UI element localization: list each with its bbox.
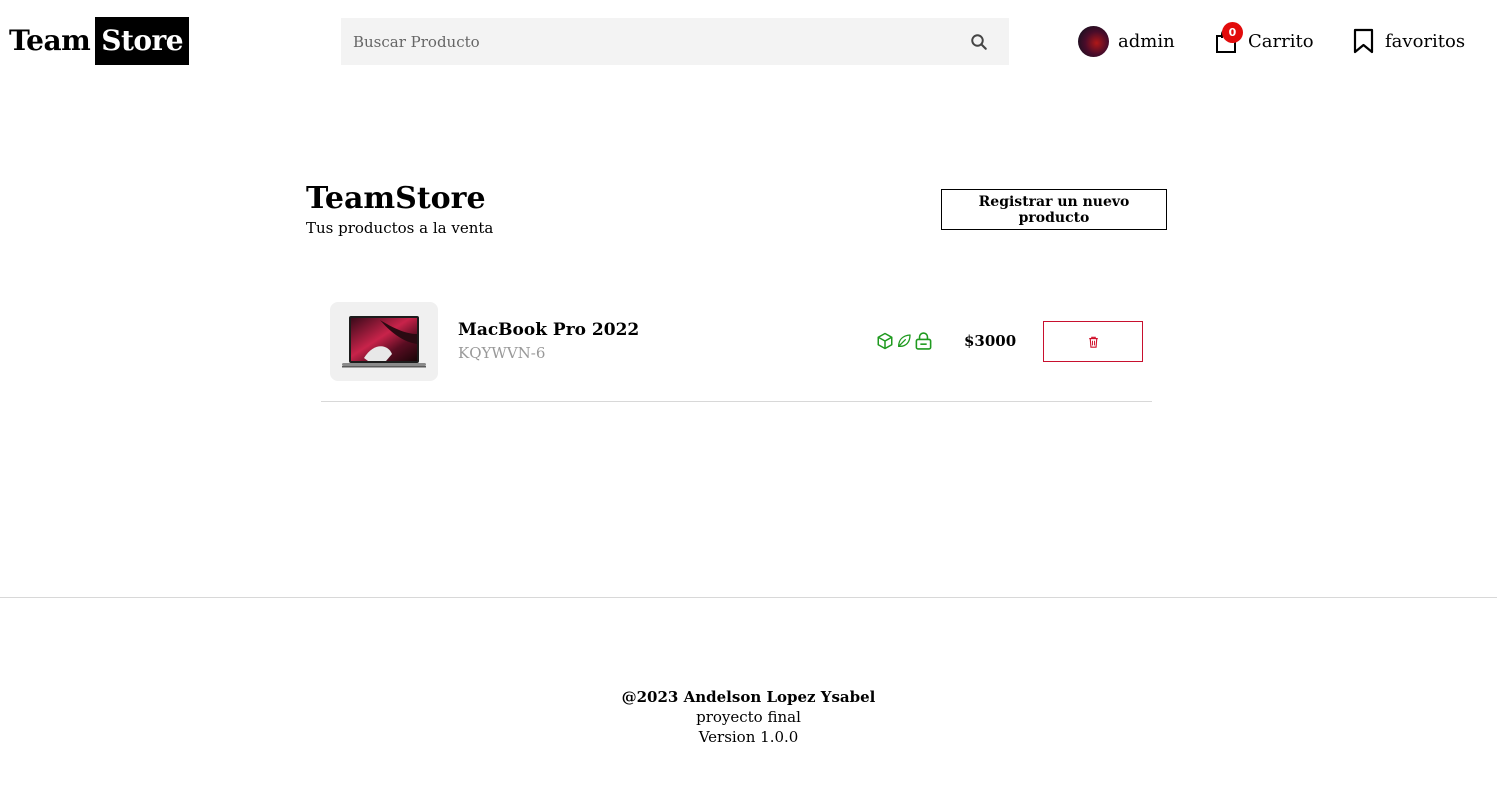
footer: @2023 Andelson Lopez Ysabel proyecto fin…	[0, 597, 1497, 794]
search-input[interactable]	[341, 18, 949, 65]
logo[interactable]: Team Store	[9, 17, 190, 65]
leaf-icon	[898, 334, 911, 347]
product-badges	[876, 332, 933, 350]
product-code: KQYWVN-6	[458, 344, 546, 362]
bookmark-icon	[1353, 28, 1374, 54]
cart-link[interactable]: 0 Carrito	[1215, 22, 1314, 57]
logo-team-text: Team	[9, 24, 91, 57]
box-icon	[877, 332, 893, 350]
delete-product-button[interactable]	[1043, 321, 1143, 362]
product-name[interactable]: MacBook Pro 2022	[458, 320, 639, 340]
page-title: TeamStore	[306, 181, 486, 216]
trash-icon	[1088, 336, 1098, 348]
search-bar	[341, 18, 1009, 65]
search-button[interactable]	[949, 18, 1009, 65]
lock-icon	[915, 332, 932, 350]
avatar	[1078, 25, 1109, 57]
cart-icon-wrapper: 0	[1215, 22, 1243, 53]
footer-copyright: @2023 Andelson Lopez Ysabel	[621, 688, 876, 706]
cart-count-badge: 0	[1222, 22, 1243, 43]
laptop-image	[342, 315, 426, 367]
user-menu[interactable]: admin	[1078, 25, 1175, 57]
footer-version: Version 1.0.0	[698, 728, 799, 746]
page-subtitle: Tus productos a la venta	[306, 219, 494, 237]
search-icon	[971, 33, 987, 50]
product-price: $3000	[964, 332, 1017, 350]
user-name: admin	[1118, 30, 1175, 52]
cart-label: Carrito	[1248, 30, 1314, 52]
favorites-link[interactable]: favoritos	[1353, 25, 1465, 57]
product-row: MacBook Pro 2022 KQYWVN-6 $3000	[321, 291, 1152, 402]
product-thumbnail[interactable]	[330, 302, 438, 381]
footer-project: proyecto final	[696, 708, 801, 726]
favorites-label: favoritos	[1385, 30, 1466, 52]
logo-store-text: Store	[95, 17, 190, 65]
register-product-button[interactable]: Registrar un nuevo producto	[941, 189, 1167, 230]
